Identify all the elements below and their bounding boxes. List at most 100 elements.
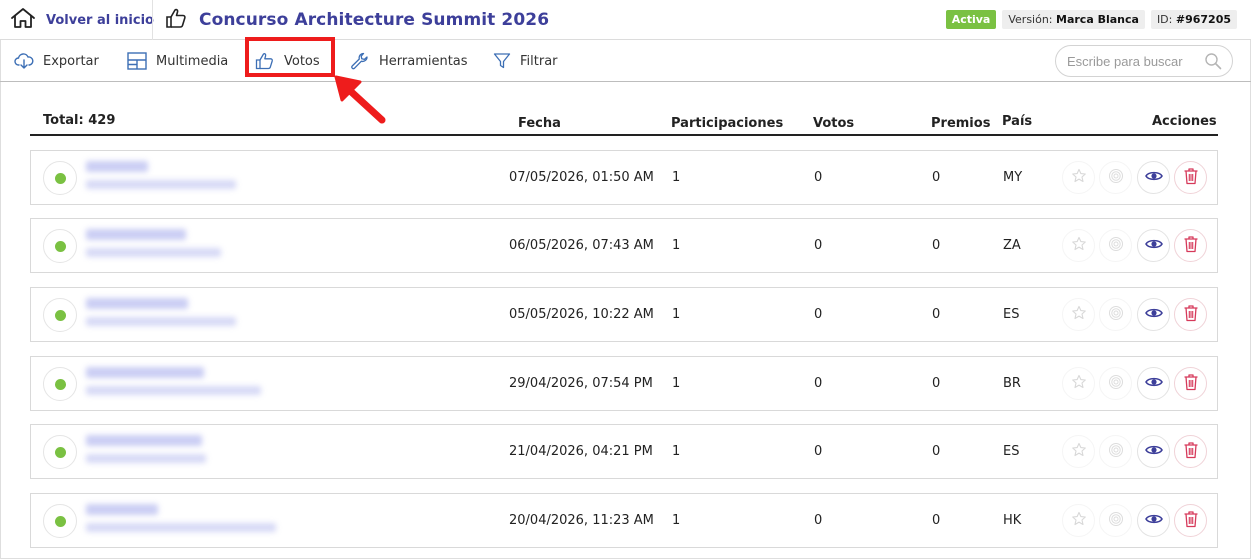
table-row[interactable]: 20/04/2026, 11:23 AM 1 0 0 HK [30, 493, 1218, 548]
herramientas-label: Herramientas [379, 53, 468, 69]
favorite-button[interactable] [1062, 504, 1095, 537]
trash-icon [1183, 510, 1199, 532]
star-icon [1071, 168, 1087, 188]
delete-button[interactable] [1174, 161, 1207, 194]
participant-name-redacted [86, 161, 148, 172]
layout-grid-icon [127, 52, 147, 70]
trash-icon [1183, 235, 1199, 257]
id-value: #967205 [1175, 13, 1231, 26]
star-icon [1071, 236, 1087, 256]
view-button[interactable] [1137, 298, 1170, 331]
delete-button[interactable] [1174, 229, 1207, 262]
row-country: BR [1003, 376, 1021, 391]
star-icon [1071, 442, 1087, 462]
status-indicator [43, 367, 77, 401]
row-participations: 1 [672, 376, 681, 391]
participant-email-redacted [86, 248, 221, 257]
view-button[interactable] [1137, 367, 1170, 400]
active-dot [55, 173, 66, 184]
status-indicator [43, 435, 77, 469]
home-link[interactable]: Volver al inicio [10, 6, 154, 34]
status-indicator [43, 298, 77, 332]
delete-button[interactable] [1174, 298, 1207, 331]
view-button[interactable] [1137, 161, 1170, 194]
row-votes: 0 [814, 513, 823, 528]
filtrar-label: Filtrar [520, 53, 558, 69]
row-votes: 0 [814, 376, 823, 391]
table-row[interactable]: 21/04/2026, 04:21 PM 1 0 0 ES [30, 424, 1218, 479]
version-chip: Versión: Marca Blanca [1002, 10, 1145, 29]
cloud-download-icon [14, 52, 34, 70]
version-value: Marca Blanca [1056, 13, 1139, 26]
participant-name-redacted [86, 298, 188, 309]
eye-icon [1144, 374, 1163, 393]
active-dot [55, 516, 66, 527]
search-icon[interactable] [1204, 52, 1222, 74]
table-row[interactable]: 05/05/2026, 10:22 AM 1 0 0 ES [30, 287, 1218, 342]
herramientas-button[interactable]: Herramientas [350, 49, 468, 73]
prize-button[interactable] [1099, 435, 1132, 468]
row-prizes: 0 [932, 307, 941, 322]
col-fecha: Fecha [518, 116, 561, 131]
eye-icon [1144, 168, 1163, 187]
row-votes: 0 [814, 170, 823, 185]
award-icon [1108, 511, 1124, 531]
row-country: ES [1003, 444, 1020, 459]
version-prefix: Versión: [1008, 13, 1053, 26]
multimedia-button[interactable]: Multimedia [127, 49, 228, 73]
export-button[interactable]: Exportar [14, 49, 99, 73]
trash-icon [1183, 304, 1199, 326]
row-votes: 0 [814, 238, 823, 253]
row-date: 07/05/2026, 01:50 AM [509, 170, 654, 185]
favorite-button[interactable] [1062, 229, 1095, 262]
multimedia-label: Multimedia [156, 53, 229, 69]
table-row[interactable]: 29/04/2026, 07:54 PM 1 0 0 BR [30, 356, 1218, 411]
search-box[interactable] [1055, 45, 1233, 77]
contest-meta: Activa Versión: Marca Blanca ID: #967205 [945, 10, 1237, 29]
prize-button[interactable] [1099, 298, 1132, 331]
view-button[interactable] [1137, 435, 1170, 468]
favorite-button[interactable] [1062, 435, 1095, 468]
active-dot [55, 379, 66, 390]
row-country: ZA [1003, 238, 1021, 253]
row-country: HK [1003, 513, 1022, 528]
participant-name-redacted [86, 367, 204, 378]
delete-button[interactable] [1174, 504, 1207, 537]
prize-button[interactable] [1099, 161, 1132, 194]
star-icon [1071, 305, 1087, 325]
row-prizes: 0 [932, 170, 941, 185]
search-input[interactable] [1067, 53, 1197, 69]
prize-button[interactable] [1099, 367, 1132, 400]
row-participations: 1 [672, 170, 681, 185]
view-button[interactable] [1137, 504, 1170, 537]
eye-icon [1144, 236, 1163, 255]
table-row[interactable]: 07/05/2026, 01:50 AM 1 0 0 MY [30, 150, 1218, 205]
participant-email-redacted [86, 317, 236, 326]
prize-button[interactable] [1099, 229, 1132, 262]
active-dot [55, 241, 66, 252]
home-icon [10, 7, 36, 33]
delete-button[interactable] [1174, 435, 1207, 468]
favorite-button[interactable] [1062, 367, 1095, 400]
prize-button[interactable] [1099, 504, 1132, 537]
filter-icon [493, 52, 511, 70]
export-label: Exportar [43, 53, 99, 69]
award-icon [1108, 305, 1124, 325]
participant-name-redacted [86, 435, 202, 446]
row-participations: 1 [672, 238, 681, 253]
eye-icon [1144, 305, 1163, 324]
id-prefix: ID: [1156, 13, 1173, 26]
participant-email-redacted [86, 523, 276, 532]
favorite-button[interactable] [1062, 298, 1095, 331]
participant-name-redacted [86, 504, 158, 515]
row-date: 06/05/2026, 07:43 AM [509, 238, 654, 253]
view-button[interactable] [1137, 229, 1170, 262]
table-row[interactable]: 06/05/2026, 07:43 AM 1 0 0 ZA [30, 218, 1218, 273]
row-prizes: 0 [932, 238, 941, 253]
filtrar-button[interactable]: Filtrar [493, 49, 558, 73]
favorite-button[interactable] [1062, 161, 1095, 194]
page-title: Concurso Architecture Summit 2026 [199, 10, 550, 30]
row-votes: 0 [814, 444, 823, 459]
delete-button[interactable] [1174, 367, 1207, 400]
award-icon [1108, 374, 1124, 394]
